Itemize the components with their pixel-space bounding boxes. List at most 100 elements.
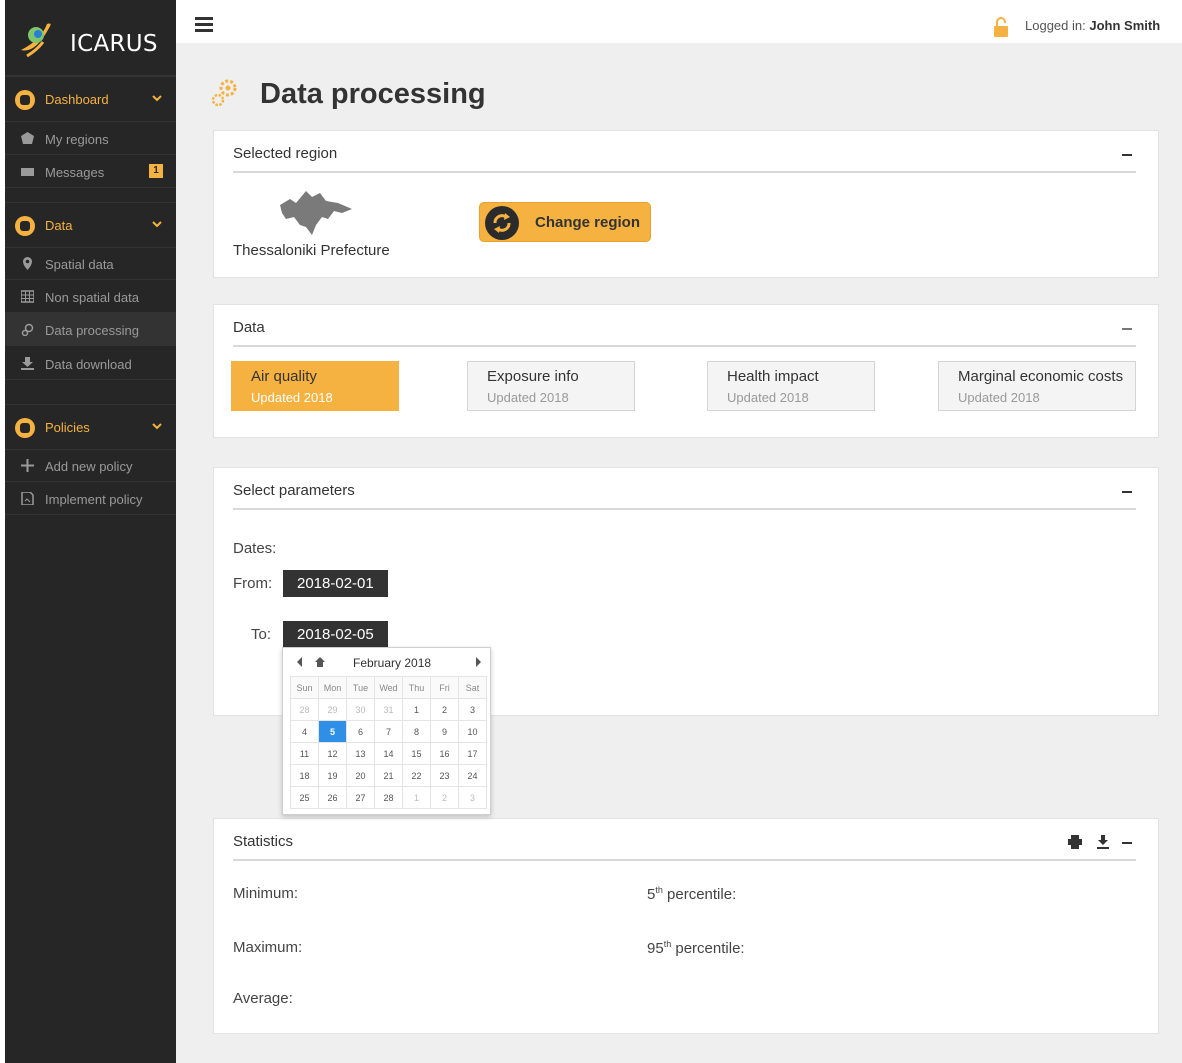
calendar-day[interactable]: 7 [374, 720, 403, 743]
change-region-button[interactable]: Change region [479, 202, 651, 242]
collapse-icon[interactable] [1122, 154, 1132, 156]
calendar-day[interactable]: 21 [374, 764, 403, 787]
calendar-day[interactable]: 1 [402, 786, 431, 809]
main-content: Logged in: John Smith Data processing Se… [176, 0, 1182, 1063]
sidebar-item-data-processing[interactable]: Data processing [5, 313, 176, 346]
percentile-text: percentile: [671, 940, 745, 957]
brand[interactable]: ICARUS [5, 0, 176, 76]
calendar-day[interactable]: 13 [346, 742, 375, 765]
calendar-year[interactable]: 2018 [404, 656, 431, 670]
from-date-input[interactable]: 2018-02-01 [283, 570, 388, 597]
collapse-icon[interactable] [1122, 491, 1132, 493]
sidebar-item-label: Non spatial data [45, 290, 139, 305]
calendar-grid: Sun Mon Tue Wed Thu Fri Sat 28 29 30 31 1 2 3 4 5 6 7 8 9 10… [290, 676, 487, 809]
calendar-day[interactable]: 10 [458, 720, 487, 743]
region-name: Thessaloniki Prefecture [233, 242, 390, 259]
calendar-day[interactable]: 25 [290, 786, 319, 809]
calendar-day[interactable]: 28 [290, 698, 319, 721]
tab-updated: Updated 2018 [251, 390, 333, 405]
download-icon[interactable] [1096, 835, 1110, 849]
calendar-day[interactable]: 19 [318, 764, 347, 787]
sidebar-item-label: Data processing [45, 323, 139, 338]
calendar-month-year: February 2018 [353, 656, 431, 670]
p5-label: 5th percentile: [647, 885, 736, 903]
tab-marginal-economic-costs[interactable]: Marginal economic costs Updated 2018 [938, 361, 1136, 411]
chevron-left-icon[interactable] [295, 657, 305, 667]
calendar-weekday-row: Sun Mon Tue Wed Thu Fri Sat [290, 676, 487, 699]
tab-exposure-info[interactable]: Exposure info Updated 2018 [467, 361, 635, 411]
calendar-day[interactable]: 27 [346, 786, 375, 809]
calendar-day[interactable]: 15 [402, 742, 431, 765]
calendar-day[interactable]: 30 [346, 698, 375, 721]
sidebar-item-implement-policy[interactable]: Implement policy [5, 482, 176, 515]
calendar-day[interactable]: 17 [458, 742, 487, 765]
envelope-icon [21, 168, 34, 176]
tab-name: Air quality [251, 368, 317, 385]
collapse-icon[interactable] [1122, 328, 1132, 330]
sidebar-item-label: Messages [45, 165, 105, 180]
calendar-day[interactable]: 3 [458, 786, 487, 809]
lock-icon [994, 17, 1008, 37]
tab-updated: Updated 2018 [958, 390, 1040, 405]
date-picker-popup[interactable]: February 2018 Sun Mon Tue Wed Thu Fri Sat 28 29 3… [282, 647, 491, 815]
calendar-day[interactable]: 4 [290, 720, 319, 743]
calendar-weekday: Fri [430, 676, 459, 699]
calendar-day[interactable]: 6 [346, 720, 375, 743]
sidebar-item-data-download[interactable]: Data download [5, 347, 176, 380]
calendar-weekday: Sat [458, 676, 487, 699]
calendar-day[interactable]: 1 [402, 698, 431, 721]
to-date-input[interactable]: 2018-02-05 [283, 621, 388, 648]
calendar-day[interactable]: 23 [430, 764, 459, 787]
calendar-day[interactable]: 22 [402, 764, 431, 787]
calendar-day[interactable]: 2 [430, 786, 459, 809]
sidebar-item-label: My regions [45, 132, 109, 147]
calendar-day[interactable]: 29 [318, 698, 347, 721]
calendar-day[interactable]: 18 [290, 764, 319, 787]
tab-health-impact[interactable]: Health impact Updated 2018 [707, 361, 875, 411]
calendar-day[interactable]: 26 [318, 786, 347, 809]
calendar-day[interactable]: 11 [290, 742, 319, 765]
calendar-day[interactable]: 20 [346, 764, 375, 787]
selected-region-panel: Selected region Thessaloniki Prefecture … [213, 130, 1159, 278]
sidebar-section-label: Policies [45, 420, 90, 435]
plus-icon [21, 459, 34, 472]
tab-updated: Updated 2018 [487, 390, 569, 405]
calendar-day[interactable]: 24 [458, 764, 487, 787]
statistics-panel: Statistics Minimum: Maximum: Average: 5t… [213, 818, 1159, 1034]
chevron-right-icon[interactable] [473, 657, 483, 667]
calendar-day[interactable]: 14 [374, 742, 403, 765]
calendar-day[interactable]: 12 [318, 742, 347, 765]
calendar-day[interactable]: 31 [374, 698, 403, 721]
calendar-day[interactable]: 16 [430, 742, 459, 765]
hamburger-menu-icon[interactable] [195, 17, 213, 32]
dashboard-icon [15, 90, 35, 110]
calendar-day[interactable]: 3 [458, 698, 487, 721]
collapse-icon[interactable] [1122, 842, 1132, 844]
table-icon [21, 290, 34, 303]
print-icon[interactable] [1068, 835, 1082, 849]
calendar-weekday: Tue [346, 676, 375, 699]
data-panel: Data Air quality Updated 2018 Exposure i… [213, 304, 1159, 438]
calendar-day[interactable]: 2 [430, 698, 459, 721]
calendar-day[interactable]: 28 [374, 786, 403, 809]
sidebar-item-my-regions[interactable]: My regions [5, 122, 176, 155]
calendar-day[interactable]: 9 [430, 720, 459, 743]
calendar-weekday: Thu [402, 676, 431, 699]
sidebar-item-add-new-policy[interactable]: Add new policy [5, 449, 176, 482]
user-name[interactable]: John Smith [1089, 18, 1160, 33]
tab-name: Marginal economic costs [958, 368, 1124, 385]
sidebar-section-dashboard[interactable]: Dashboard [5, 76, 176, 122]
sidebar-item-messages[interactable]: Messages 1 [5, 155, 176, 188]
calendar-day-selected[interactable]: 5 [318, 720, 347, 743]
calendar-month[interactable]: February [353, 656, 401, 670]
tab-air-quality[interactable]: Air quality Updated 2018 [231, 361, 399, 411]
sidebar-section-policies[interactable]: Policies [5, 404, 176, 450]
sidebar-section-data[interactable]: Data [5, 202, 176, 248]
panel-title: Data [233, 319, 265, 336]
sidebar-item-non-spatial-data[interactable]: Non spatial data [5, 280, 176, 313]
sidebar-item-spatial-data[interactable]: Spatial data [5, 247, 176, 280]
calendar-header: February 2018 [283, 648, 492, 676]
home-icon[interactable] [315, 657, 325, 667]
calendar-day[interactable]: 8 [402, 720, 431, 743]
panel-title: Statistics [233, 833, 294, 850]
